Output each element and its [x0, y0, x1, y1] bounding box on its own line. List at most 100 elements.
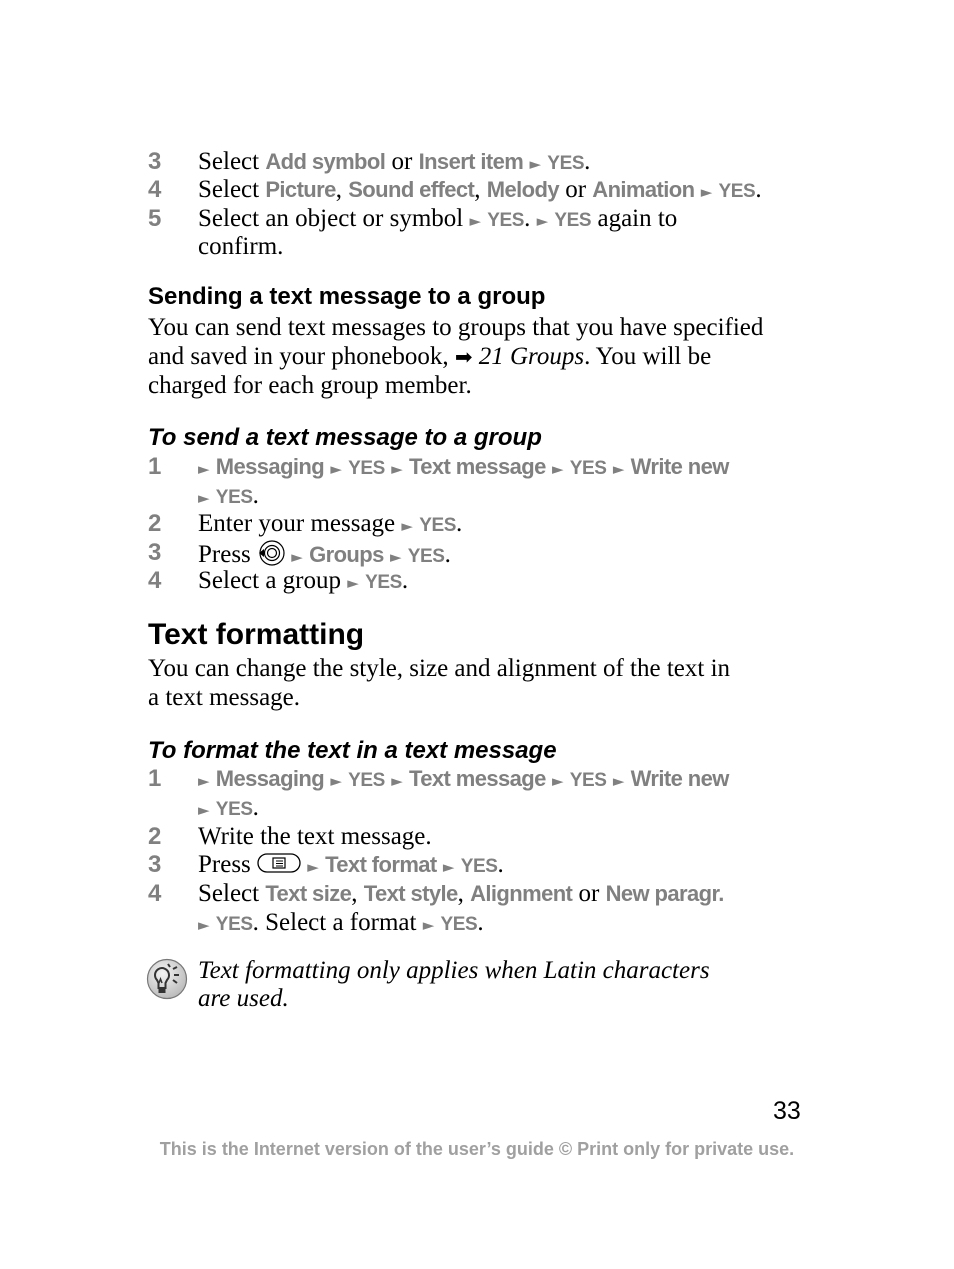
step-number: 1 — [148, 453, 162, 480]
menu-item: Add symbol — [265, 149, 386, 174]
step-text: ► Messaging ► YES ► Text message ► YES ►… — [198, 765, 729, 795]
yes-key: YES — [547, 153, 585, 174]
step-number: 4 — [148, 880, 162, 907]
tip-line: Text formatting only applies when Latin … — [198, 957, 710, 984]
paragraph-text: and saved in your phonebook, — [148, 343, 455, 370]
step-text: Select a group ► YES. — [198, 567, 408, 597]
yes-key: YES — [718, 181, 756, 202]
menu-arrow-icon: ► — [330, 772, 342, 790]
step-text-continued: ► YES. Select a format ► YES. — [198, 909, 484, 939]
menu-arrow-icon: ► — [198, 460, 210, 478]
step-text: Press ► Text format ► YES. — [198, 851, 504, 882]
step-label: . — [252, 482, 259, 509]
menu-arrow-icon: ► — [198, 916, 210, 934]
cross-reference-link[interactable]: 21 Groups — [479, 343, 584, 370]
yes-key: YES — [215, 799, 253, 820]
yes-key: YES — [407, 546, 445, 568]
step-label: , — [457, 880, 471, 907]
menu-arrow-icon: ► — [401, 517, 413, 535]
menu-arrow-icon: ► — [612, 460, 625, 478]
step-label: . — [444, 541, 451, 569]
menu-item: New paragr. — [605, 881, 725, 906]
yes-key: YES — [440, 914, 478, 935]
menu-item: Picture — [265, 177, 336, 202]
menu-item: Write new — [630, 766, 730, 791]
step-text: Write the text message. — [198, 823, 432, 850]
step-text: Enter your message ► YES. — [198, 510, 462, 540]
menu-arrow-icon: ► — [700, 183, 713, 201]
step-number: 4 — [148, 176, 162, 203]
menu-arrow-icon: ► — [391, 460, 403, 478]
menu-arrow-icon: ► — [391, 772, 403, 790]
step-label: Press — [198, 851, 258, 879]
yes-key: YES — [365, 572, 402, 593]
menu-arrow-icon: ► — [198, 489, 210, 507]
menu-item: Text size — [265, 881, 352, 906]
menu-item: Messaging — [215, 766, 325, 791]
step-text: Select Add symbol or Insert item ► YES. — [198, 148, 590, 178]
menu-item: Groups — [309, 542, 384, 568]
tip-text: Text formatting only applies when Latin … — [198, 957, 710, 1013]
tip-line: are used. — [198, 985, 289, 1012]
step-number: 3 — [148, 851, 162, 878]
menu-arrow-icon: ► — [536, 212, 549, 230]
menu-arrow-icon: ► — [291, 548, 303, 567]
yes-key: YES — [554, 210, 592, 231]
procedure-heading: To send a text message to a group — [148, 424, 542, 451]
menu-arrow-icon: ► — [612, 772, 625, 790]
step-number: 4 — [148, 567, 162, 594]
step-number: 3 — [148, 148, 162, 175]
step-label: . — [584, 148, 591, 175]
menu-arrow-icon: ► — [469, 212, 482, 230]
menu-arrow-icon: ► — [307, 858, 319, 877]
step-label: Select an object or symbol — [198, 205, 470, 232]
paragraph-line: a text message. — [148, 684, 301, 711]
page-number: 33 — [773, 1097, 801, 1125]
menu-item: Messaging — [215, 454, 325, 479]
paragraph-line: charged for each group member. — [148, 372, 472, 399]
step-number: 2 — [148, 823, 162, 850]
step-label: . Select a format — [252, 909, 423, 936]
lightbulb-tip-icon — [146, 958, 188, 1005]
yes-key: YES — [215, 914, 253, 935]
yes-key: YES — [348, 770, 385, 791]
menu-arrow-icon: ► — [442, 858, 455, 877]
step-label: Select — [198, 148, 266, 175]
step-text: ► Messaging ► YES ► Text message ► YES ►… — [198, 453, 729, 483]
menu-item: Text message — [409, 766, 546, 791]
menu-arrow-icon: ► — [198, 801, 210, 819]
menu-arrow-icon: ► — [330, 460, 342, 478]
step-text-continued: ► YES. — [198, 482, 259, 512]
paragraph-line: You can send text messages to groups tha… — [148, 314, 764, 341]
menu-item: Text format — [325, 852, 437, 878]
step-label: Select a group — [198, 567, 348, 594]
step-label: . — [401, 567, 409, 594]
step-number: 3 — [148, 539, 162, 566]
step-label: or — [385, 148, 419, 175]
step-number: 5 — [148, 205, 162, 232]
yes-key: YES — [569, 458, 607, 479]
step-text-continued: ► YES. — [198, 794, 259, 824]
paragraph-line: You can change the style, size and align… — [148, 655, 731, 682]
step-text: Select Text size, Text style, Alignment … — [198, 880, 724, 908]
menu-arrow-icon: ► — [551, 460, 564, 478]
step-label: . — [252, 794, 259, 821]
paragraph-text: . You will be — [584, 343, 712, 370]
menu-arrow-icon: ► — [529, 155, 542, 173]
yes-key: YES — [348, 458, 385, 479]
step-text: Select an object or symbol ► YES. ► YES … — [198, 205, 677, 235]
step-label: . — [524, 205, 537, 232]
yes-key: YES — [419, 515, 457, 536]
menu-item: Sound effect — [348, 177, 475, 202]
menu-item: Write new — [630, 454, 730, 479]
menu-item: Insert item — [418, 149, 524, 174]
menu-item: Text style — [363, 881, 458, 906]
step-number: 1 — [148, 765, 162, 792]
step-label: again to — [591, 205, 678, 232]
menu-arrow-icon: ► — [551, 772, 564, 790]
menu-item: Melody — [486, 177, 560, 202]
step-number: 2 — [148, 510, 162, 537]
menu-item: Text message — [409, 454, 546, 479]
step-label: Enter your message — [198, 510, 402, 537]
menu-arrow-icon: ► — [347, 574, 359, 592]
